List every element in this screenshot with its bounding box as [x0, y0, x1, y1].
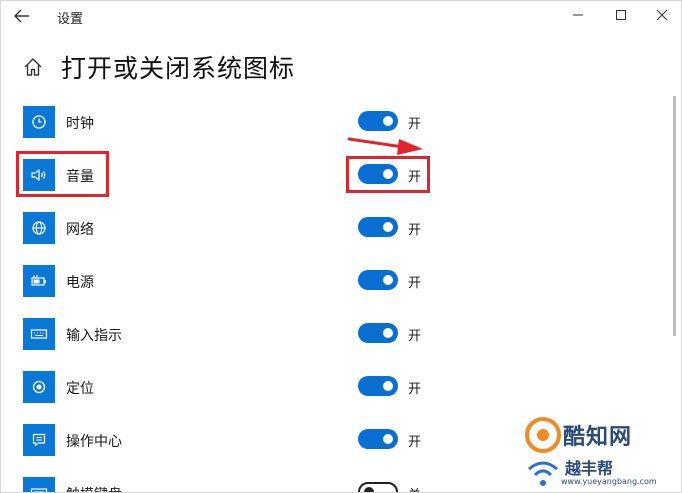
globe-icon: [23, 212, 55, 244]
minimize-button[interactable]: [561, 3, 595, 27]
row-location: 定位 开: [23, 371, 443, 403]
home-button[interactable]: [21, 55, 45, 79]
toggle-state: 开: [408, 117, 422, 132]
row-label: 输入指示: [66, 328, 122, 344]
toggle-state: 开: [408, 276, 422, 291]
close-button[interactable]: [645, 3, 679, 27]
toggle-touch-keyboard[interactable]: [358, 482, 398, 492]
row-network: 网络 开: [23, 212, 443, 244]
battery-icon: [23, 265, 55, 297]
row-input-indicator: 输入指示 开: [23, 318, 443, 350]
toggle-knob: [364, 487, 374, 492]
clock-icon: [23, 106, 55, 138]
row-label: 定位: [66, 381, 94, 397]
toggle-state: 开: [408, 382, 422, 397]
toggle-knob: [383, 222, 393, 232]
row-label: 网络: [66, 222, 94, 238]
watermark-url: www.yueyangbang.com: [561, 477, 657, 486]
title-bar: 设置: [1, 1, 681, 31]
row-label: 触摸键盘: [66, 484, 122, 492]
toggle-state: 开: [408, 435, 422, 450]
scroll-thumb[interactable]: [673, 96, 676, 336]
touch-keyboard-icon: [23, 477, 55, 492]
close-icon: [656, 9, 668, 21]
row-label: 时钟: [66, 116, 94, 132]
watermark: 酷知网 越丰帮 www.yueyangbang.com: [521, 411, 681, 492]
back-arrow-icon: [14, 9, 29, 23]
page-title: 打开或关闭系统图标: [61, 54, 296, 83]
action-center-icon: [23, 424, 55, 456]
window-title: 设置: [57, 12, 84, 27]
row-label: 电源: [66, 275, 94, 291]
highlight-volume-label: [16, 151, 109, 197]
toggle-input-indicator[interactable]: [358, 323, 398, 343]
minimize-icon: [573, 14, 583, 16]
toggle-knob: [383, 275, 393, 285]
toggle-knob: [383, 328, 393, 338]
home-icon: [24, 58, 42, 76]
annotation-arrow-icon: [347, 137, 423, 155]
row-touch-keyboard: 触摸键盘 关: [23, 477, 443, 492]
back-button[interactable]: [9, 5, 35, 27]
highlight-volume-toggle: [346, 156, 430, 193]
toggle-power[interactable]: [358, 270, 398, 290]
row-power: 电源 开: [23, 265, 443, 297]
toggle-action-center[interactable]: [358, 429, 398, 449]
maximize-icon: [616, 10, 626, 20]
watermark-text: 酷知网: [563, 425, 633, 450]
settings-window: 设置 打开或关闭系统图标 时钟 开 音量 开 网络 开 电源 开 输入指示 开 …: [0, 0, 682, 493]
maximize-button[interactable]: [604, 3, 638, 27]
watermark-brand: 越丰帮: [565, 459, 614, 478]
row-clock: 时钟 开: [23, 106, 443, 138]
row-action-center: 操作中心 开: [23, 424, 443, 456]
toggle-network[interactable]: [358, 217, 398, 237]
keyboard-icon: [23, 318, 55, 350]
watermark-logo-icon: [525, 417, 561, 453]
toggle-state: 开: [408, 329, 422, 344]
watermark-wifi-icon: [528, 461, 558, 486]
toggle-knob: [383, 116, 393, 126]
toggle-state: 关: [408, 484, 421, 492]
location-icon: [23, 371, 55, 403]
row-label: 操作中心: [66, 434, 122, 450]
toggle-state: 开: [408, 223, 422, 238]
toggle-clock[interactable]: [358, 111, 398, 131]
toggle-knob: [383, 381, 393, 391]
toggle-knob: [383, 434, 393, 444]
toggle-location[interactable]: [358, 376, 398, 396]
